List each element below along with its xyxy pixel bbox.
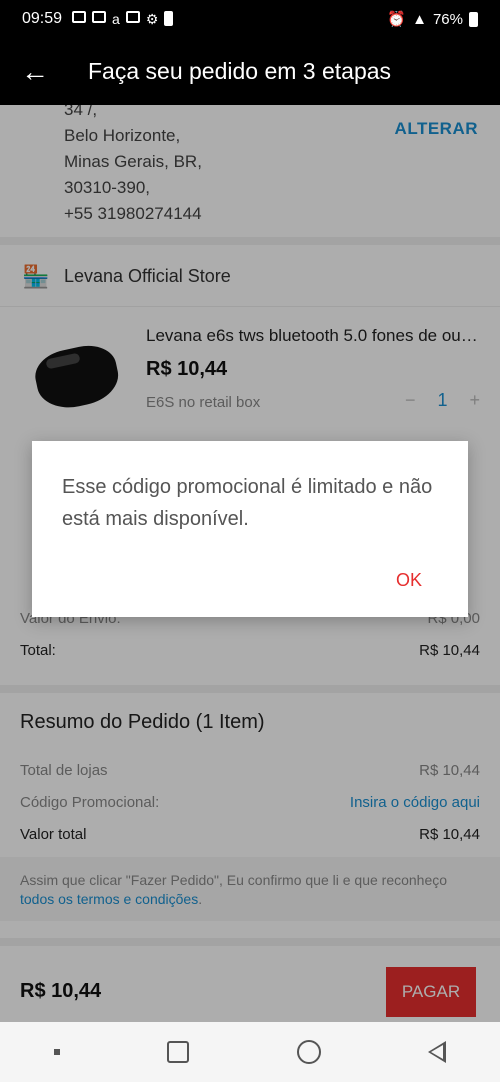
dialog-ok-button[interactable]: OK bbox=[396, 570, 422, 591]
back-arrow-icon[interactable]: ← bbox=[0, 56, 70, 88]
back-icon[interactable] bbox=[428, 1041, 447, 1063]
page-title: Faça seu pedido em 3 etapas bbox=[88, 58, 392, 84]
data-saver-icon: ⚙ bbox=[145, 10, 159, 27]
gallery-icon bbox=[125, 10, 140, 23]
status-bar: 09:59 a ⚙ ⏰ ▲ 76% bbox=[0, 0, 500, 38]
promo-error-dialog: Esse código promocional é limitado e não… bbox=[32, 441, 468, 617]
battery-saver-icon bbox=[164, 10, 174, 26]
alarm-icon: ⏰ bbox=[387, 11, 407, 28]
signal-icon: ▲ bbox=[412, 10, 427, 28]
battery-icon bbox=[469, 11, 478, 27]
youtube-icon bbox=[92, 10, 107, 23]
dialog-message: Esse código promocional é limitado e não… bbox=[62, 476, 433, 530]
amazon-icon: a bbox=[112, 10, 120, 27]
nav-dot-icon[interactable] bbox=[53, 1049, 60, 1055]
status-time: 09:59 bbox=[22, 10, 63, 27]
system-nav-bar bbox=[0, 1022, 500, 1082]
notification-icons: a ⚙ bbox=[72, 10, 174, 28]
battery-percent: 76% bbox=[432, 10, 463, 28]
recent-apps-icon[interactable] bbox=[167, 1041, 190, 1063]
app-bar: ← Faça seu pedido em 3 etapas bbox=[0, 38, 500, 105]
home-icon[interactable] bbox=[296, 1040, 321, 1064]
message-icon bbox=[72, 10, 87, 23]
